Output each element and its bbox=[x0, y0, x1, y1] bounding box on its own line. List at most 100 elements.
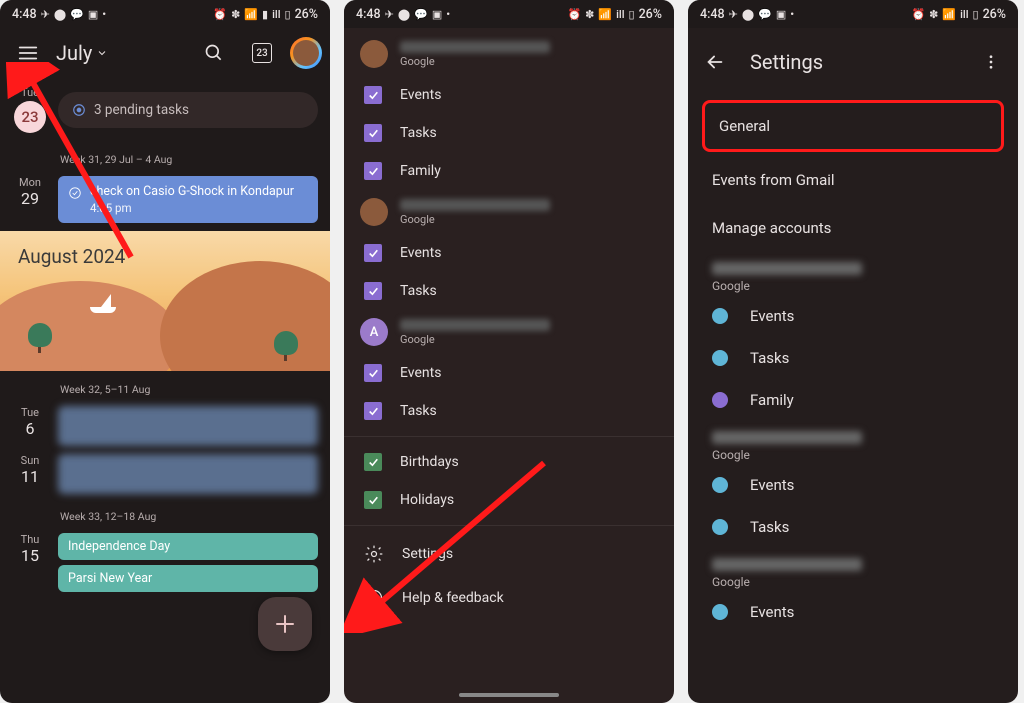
status-time: 4:48 bbox=[12, 7, 37, 22]
settings-general-highlighted[interactable]: General bbox=[702, 100, 1004, 152]
color-bullet-icon bbox=[712, 350, 728, 366]
account-avatar-icon bbox=[360, 40, 388, 68]
chevron-down-icon bbox=[96, 47, 108, 59]
divider bbox=[344, 525, 674, 526]
drawer-account-row[interactable]: Google bbox=[344, 190, 674, 234]
status-bar: 4:48 ✈⬤💬▣• ⏰✽📶ill▯ 26% bbox=[688, 0, 1018, 28]
settings-general-label: General bbox=[719, 117, 770, 135]
drawer-holidays[interactable]: Holidays bbox=[344, 481, 674, 519]
checkbox-checked-icon[interactable] bbox=[364, 491, 382, 509]
checkbox-checked-icon[interactable] bbox=[364, 282, 382, 300]
bluetooth-icon: ✽ bbox=[231, 9, 240, 20]
checkbox-checked-icon[interactable] bbox=[364, 124, 382, 142]
screen-calendar-schedule: 4:48 ✈ ⬤ 💬 ▣ • ⏰ ✽ 📶 ▮ ill ▯ 26% July bbox=[0, 0, 330, 703]
hamburger-menu-icon[interactable] bbox=[8, 33, 48, 73]
pending-tasks-row[interactable]: Tue 23 3 pending tasks bbox=[0, 78, 330, 141]
settings-calendar-events[interactable]: Events bbox=[688, 591, 1018, 633]
blurred-event[interactable] bbox=[58, 454, 318, 494]
chat-icon: 💬 bbox=[70, 9, 84, 20]
account-avatar-letter: A bbox=[360, 318, 388, 346]
event-independence-day[interactable]: Independence Day bbox=[58, 533, 318, 560]
account-email-blurred bbox=[400, 41, 550, 53]
account-avatar[interactable] bbox=[290, 37, 322, 69]
drawer-calendar-family[interactable]: Family bbox=[344, 152, 674, 190]
settings-calendar-events[interactable]: Events bbox=[688, 295, 1018, 337]
account-provider: Google bbox=[712, 279, 994, 293]
settings-calendar-tasks[interactable]: Tasks bbox=[688, 506, 1018, 548]
month-label-text: July bbox=[56, 41, 92, 65]
color-bullet-icon bbox=[712, 519, 728, 535]
drawer-calendar-events[interactable]: Events bbox=[344, 234, 674, 272]
day-abbr: Tue bbox=[12, 86, 48, 99]
alarm-icon: ⏰ bbox=[213, 9, 227, 20]
checkbox-checked-icon[interactable] bbox=[364, 453, 382, 471]
color-bullet-icon bbox=[712, 477, 728, 493]
event-row[interactable]: Mon 29 check on Casio G-Shock in Kondapu… bbox=[0, 172, 330, 227]
plus-icon bbox=[273, 612, 297, 636]
drawer-account-row[interactable]: Google bbox=[344, 32, 674, 76]
event-time: 4:05 pm bbox=[90, 201, 294, 215]
settings-account-section: Google bbox=[688, 421, 1018, 464]
settings-calendar-tasks[interactable]: Tasks bbox=[688, 337, 1018, 379]
account-email-blurred bbox=[400, 199, 550, 211]
drawer-calendar-tasks[interactable]: Tasks bbox=[344, 114, 674, 152]
account-email-blurred bbox=[712, 558, 862, 571]
more-icon: • bbox=[102, 9, 106, 20]
drawer-calendar-tasks[interactable]: Tasks bbox=[344, 272, 674, 310]
more-vert-icon[interactable] bbox=[976, 42, 1006, 82]
create-event-fab[interactable] bbox=[258, 597, 312, 651]
help-icon bbox=[364, 588, 384, 608]
checkbox-checked-icon[interactable] bbox=[364, 162, 382, 180]
month-dropdown[interactable]: July bbox=[56, 41, 108, 65]
account-email-blurred bbox=[400, 319, 550, 331]
signal2-icon: ill bbox=[272, 9, 280, 20]
drawer-calendar-events[interactable]: Events bbox=[344, 354, 674, 392]
checkbox-checked-icon[interactable] bbox=[364, 364, 382, 382]
event-parsi-new-year[interactable]: Parsi New Year bbox=[58, 565, 318, 592]
back-arrow-icon[interactable] bbox=[700, 42, 730, 82]
settings-account-section: Google bbox=[688, 252, 1018, 295]
screen-navigation-drawer: 4:48 ✈⬤💬▣• ⏰✽📶ill▯ 26% Google Events Tas… bbox=[344, 0, 674, 703]
wifi-icon: 📶 bbox=[244, 9, 258, 20]
month-hero-title: August 2024 bbox=[18, 245, 125, 268]
notif-icon: ⬤ bbox=[54, 9, 66, 20]
checkbox-checked-icon[interactable] bbox=[364, 86, 382, 104]
month-hero-august: August 2024 bbox=[0, 231, 330, 371]
search-icon[interactable] bbox=[194, 33, 234, 73]
today-number: 23 bbox=[252, 43, 272, 63]
telegram-icon: ✈ bbox=[41, 9, 50, 20]
settings-calendar-family[interactable]: Family bbox=[688, 379, 1018, 421]
event-title: check on Casio G-Shock in Kondapur bbox=[90, 184, 294, 199]
week-label: Week 31, 29 Jul – 4 Aug bbox=[0, 141, 330, 172]
gear-icon bbox=[364, 544, 384, 564]
settings-events-from-gmail[interactable]: Events from Gmail bbox=[688, 156, 1018, 204]
drawer-calendar-tasks[interactable]: Tasks bbox=[344, 392, 674, 430]
calendar-topbar: July 23 bbox=[0, 28, 330, 78]
gesture-nav-bar[interactable] bbox=[459, 693, 559, 697]
color-bullet-icon bbox=[712, 308, 728, 324]
screen-settings: 4:48 ✈⬤💬▣• ⏰✽📶ill▯ 26% Settings General … bbox=[688, 0, 1018, 703]
signal-icon: ▮ bbox=[262, 9, 268, 20]
account-email-blurred bbox=[712, 431, 862, 444]
drawer-birthdays[interactable]: Birthdays bbox=[344, 443, 674, 481]
drawer-account-row[interactable]: A Google bbox=[344, 310, 674, 354]
drawer-help-feedback[interactable]: Help & feedback bbox=[344, 576, 674, 620]
checkbox-checked-icon[interactable] bbox=[364, 402, 382, 420]
drawer-settings[interactable]: Settings bbox=[344, 532, 674, 576]
color-bullet-icon bbox=[712, 392, 728, 408]
settings-manage-accounts[interactable]: Manage accounts bbox=[688, 204, 1018, 252]
divider bbox=[344, 436, 674, 437]
checkbox-checked-icon[interactable] bbox=[364, 244, 382, 262]
battery-pct: 26% bbox=[295, 7, 318, 22]
account-provider: Google bbox=[400, 55, 550, 68]
blurred-event[interactable] bbox=[58, 406, 318, 446]
status-bar: 4:48 ✈ ⬤ 💬 ▣ • ⏰ ✽ 📶 ▮ ill ▯ 26% bbox=[0, 0, 330, 28]
account-avatar-icon bbox=[360, 198, 388, 226]
today-circle: 23 bbox=[14, 101, 46, 133]
color-bullet-icon bbox=[712, 604, 728, 620]
drawer-calendar-events[interactable]: Events bbox=[344, 76, 674, 114]
today-button[interactable]: 23 bbox=[242, 33, 282, 73]
settings-calendar-events[interactable]: Events bbox=[688, 464, 1018, 506]
task-check-icon bbox=[68, 186, 82, 200]
settings-header: Settings bbox=[688, 28, 1018, 96]
